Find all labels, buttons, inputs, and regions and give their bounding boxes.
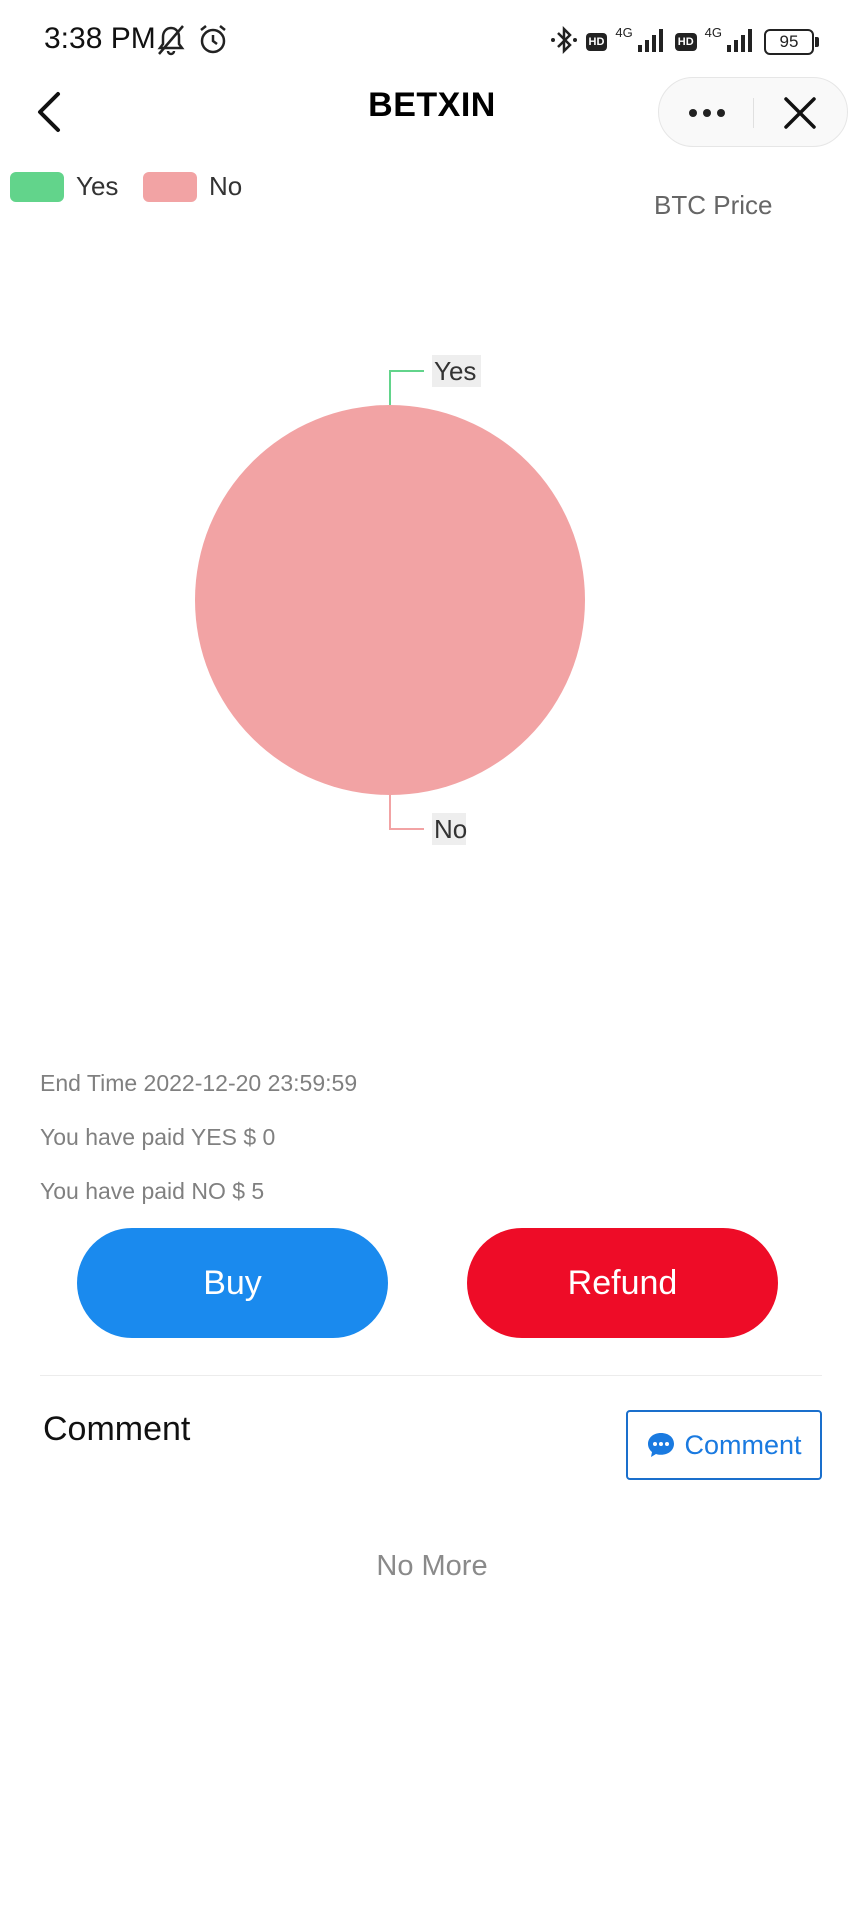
- legend-label-yes: Yes: [76, 171, 119, 201]
- chart-caption: BTC Price: [654, 190, 773, 220]
- legend-item-no[interactable]: No: [143, 171, 242, 202]
- legend-swatch-no: [143, 171, 197, 202]
- legend-label-no: No: [209, 171, 243, 201]
- capsule-divider: [753, 98, 754, 128]
- legend-swatch-yes: [10, 171, 64, 202]
- signal-icon: [726, 27, 756, 58]
- comment-button[interactable]: Comment: [626, 1410, 822, 1480]
- bluetooth-icon: [550, 24, 578, 61]
- comment-section-title: Comment: [43, 1410, 191, 1448]
- refund-button[interactable]: Refund: [467, 1228, 778, 1338]
- more-dot: [717, 109, 725, 117]
- pie-label-yes: Yes: [434, 356, 476, 386]
- network-type: 4G: [615, 24, 633, 40]
- more-dot: [703, 109, 711, 117]
- paid-yes: You have paid YES $ 0: [40, 1124, 276, 1150]
- pie-chart: Yes No: [195, 355, 585, 845]
- status-time: 3:38 PM: [44, 22, 156, 55]
- paid-no: You have paid NO $ 5: [40, 1178, 265, 1204]
- hd-badge: HD: [585, 33, 608, 51]
- hd-badge: HD: [674, 33, 697, 51]
- chat-bubble-icon: [648, 1433, 675, 1457]
- network-type: 4G: [704, 24, 722, 40]
- battery-indicator: 95: [764, 29, 819, 55]
- legend-item-yes[interactable]: Yes: [10, 171, 118, 202]
- more-button[interactable]: [681, 98, 733, 128]
- close-button[interactable]: [779, 92, 821, 134]
- mute-icon: [156, 24, 186, 56]
- pie-slice-no[interactable]: [195, 405, 585, 795]
- end-time: End Time 2022-12-20 23:59:59: [40, 1070, 358, 1096]
- alarm-icon: [196, 22, 230, 56]
- more-dots-icon: [689, 109, 697, 117]
- empty-state: No More: [376, 1550, 488, 1582]
- divider: [40, 1375, 822, 1376]
- status-icons: HD 4G HD 4G 95: [550, 22, 819, 62]
- pie-label-no: No: [434, 814, 467, 844]
- close-icon: [784, 97, 816, 129]
- signal-icon: [637, 27, 667, 58]
- mini-program-capsule: [658, 77, 848, 147]
- comment-button-label: Comment: [684, 1429, 802, 1460]
- buy-button[interactable]: Buy: [77, 1228, 388, 1338]
- pie-leader-no: [389, 795, 424, 830]
- pie-leader-yes: [389, 370, 424, 405]
